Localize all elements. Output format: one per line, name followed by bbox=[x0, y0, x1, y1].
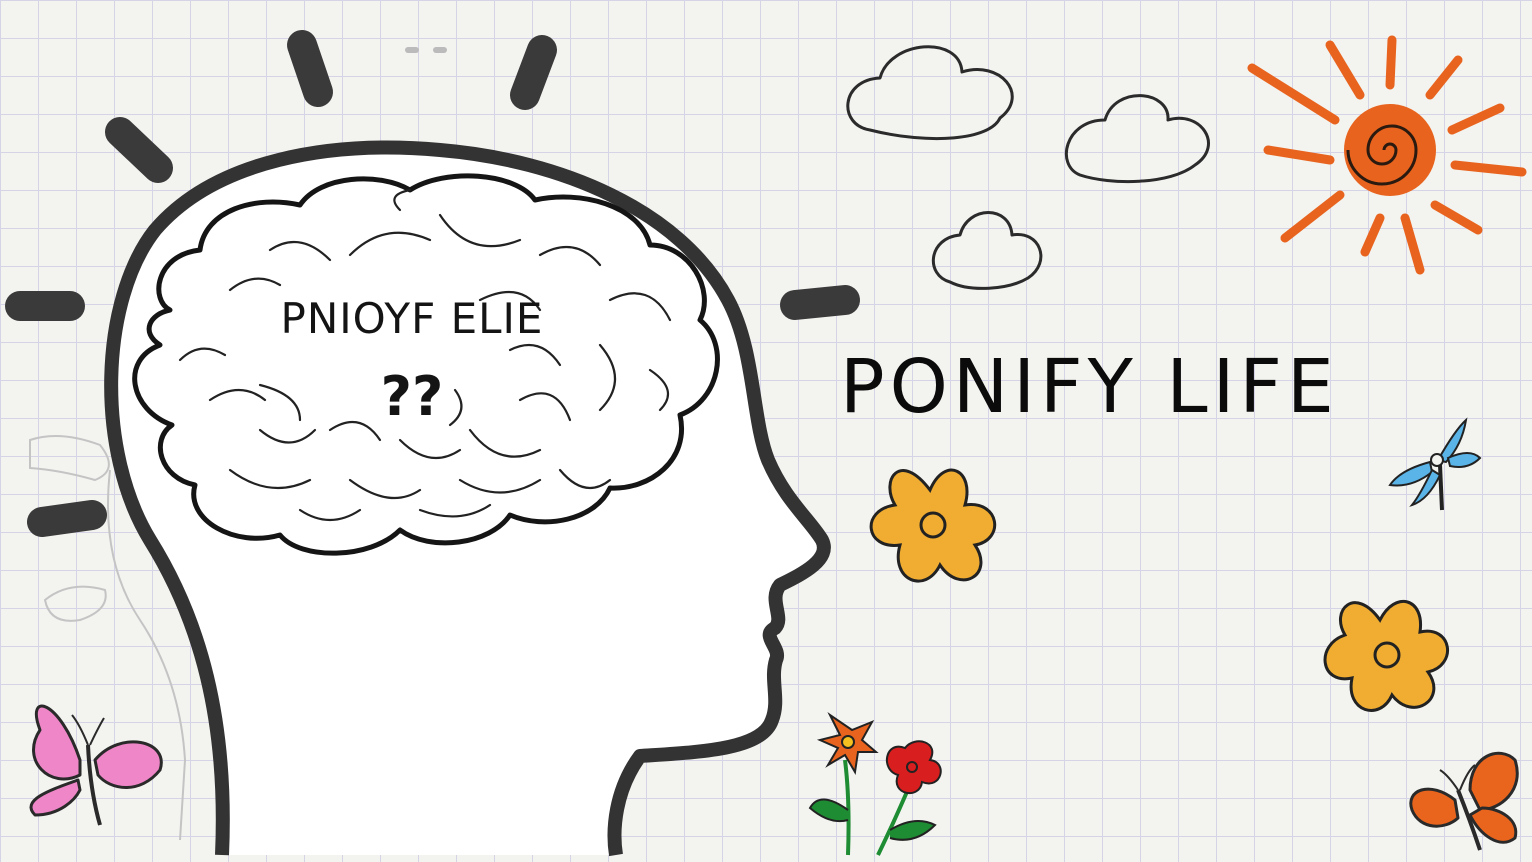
dragonfly-icon bbox=[1388, 417, 1482, 511]
flower-icon bbox=[876, 740, 942, 856]
butterfly-icon bbox=[29, 704, 163, 826]
sun-icon bbox=[1247, 35, 1527, 275]
page-title: PONIFY LIFE bbox=[840, 344, 1339, 430]
butterfly-icon bbox=[1409, 751, 1519, 851]
illustration-canvas bbox=[5, 30, 1527, 857]
flower-icon bbox=[808, 712, 879, 856]
flower-icon bbox=[1323, 599, 1450, 712]
brain-question-marks: ?? bbox=[380, 365, 444, 428]
flower-icon bbox=[869, 468, 997, 583]
brain-scrambled-text: PNIOYF ELIE bbox=[280, 294, 544, 343]
cloud-icon bbox=[846, 45, 1210, 290]
